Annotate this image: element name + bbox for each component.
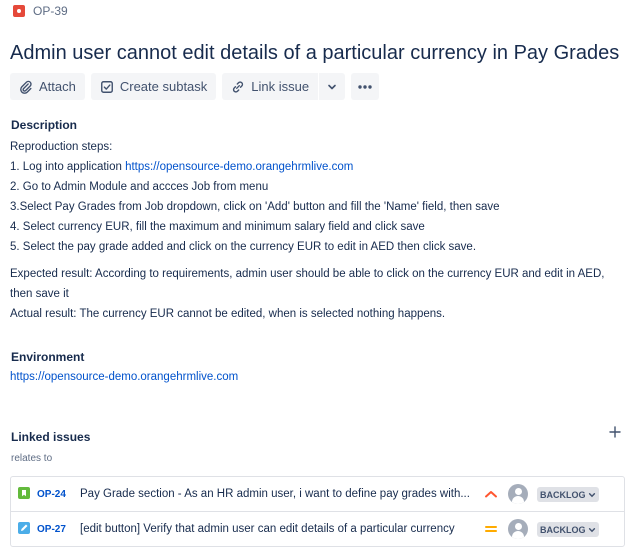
breadcrumb: OP-39 (13, 4, 68, 18)
description-line: Reproduction steps: (10, 141, 113, 153)
linked-issue-key[interactable]: OP-27 (37, 524, 66, 535)
linked-issue-row[interactable]: OP-24 Pay Grade section - As an HR admin… (11, 477, 624, 511)
paperclip-icon (20, 80, 32, 94)
linked-issue-summary[interactable]: [edit button] Verify that admin user can… (80, 523, 475, 535)
bug-icon (13, 5, 25, 17)
priority-medium-icon (485, 526, 497, 532)
expected-result-line: Expected result: According to requiremen… (10, 268, 605, 280)
link-issue-button[interactable]: Link issue (222, 73, 318, 100)
attach-label: Attach (39, 79, 76, 94)
actual-result-line: Actual result: The currency EUR cannot b… (10, 308, 446, 320)
task-icon (18, 522, 30, 534)
issue-key-link[interactable]: OP-39 (33, 4, 68, 18)
linked-issue-summary[interactable]: Pay Grade section - As an HR admin user,… (80, 488, 475, 500)
create-subtask-button[interactable]: Create subtask (90, 73, 217, 100)
application-link[interactable]: https://opensource-demo.orangehrmlive.co… (125, 161, 353, 173)
priority-high-icon (485, 491, 497, 498)
attach-button[interactable]: Attach (10, 73, 85, 100)
environment-heading: Environment (11, 350, 85, 364)
status-badge[interactable]: BACKLOG (537, 487, 599, 502)
add-linked-issue-icon[interactable] (609, 426, 621, 438)
status-label: BACKLOG (540, 524, 586, 535)
description-line: 1. Log into application https://opensour… (10, 157, 620, 177)
description-line: 4. Select currency EUR, fill the maximum… (10, 221, 425, 233)
chevron-down-icon (588, 492, 595, 497)
create-subtask-label: Create subtask (119, 79, 208, 94)
more-icon (358, 84, 372, 89)
linked-issue-row[interactable]: OP-27 [edit button] Verify that admin us… (11, 511, 624, 546)
description-heading: Description (11, 118, 78, 132)
linked-issues-heading: Linked issues (11, 430, 91, 444)
linked-issue-key[interactable]: OP-24 (37, 489, 66, 500)
description-body[interactable]: Reproduction steps: 1. Log into applicat… (10, 137, 620, 324)
description-line: 3.Select Pay Grades from Job dropdown, c… (10, 201, 500, 213)
link-issue-label: Link issue (251, 79, 310, 94)
assignee-avatar[interactable] (508, 484, 528, 504)
description-line: 2. Go to Admin Module and accces Job fro… (10, 181, 269, 193)
issue-title[interactable]: Admin user cannot edit details of a part… (10, 42, 619, 65)
story-icon (18, 487, 30, 499)
assignee-avatar[interactable] (508, 519, 528, 539)
expected-result-line: then save it (10, 288, 69, 300)
link-issue-button-group: Link issue (222, 73, 346, 100)
relation-label: relates to (11, 453, 53, 464)
issue-toolbar: Attach Create subtask Link issue (10, 73, 380, 100)
environment-link[interactable]: https://opensource-demo.orangehrmlive.co… (10, 371, 238, 383)
linked-issues-list: OP-24 Pay Grade section - As an HR admin… (10, 476, 625, 547)
chevron-down-icon (588, 527, 595, 532)
description-line: 5. Select the pay grade added and click … (10, 241, 477, 253)
chevron-down-icon (328, 84, 336, 89)
description-line-text: 1. Log into application (10, 161, 126, 173)
link-icon (233, 81, 244, 92)
more-actions-button[interactable] (351, 73, 380, 100)
status-badge[interactable]: BACKLOG (537, 522, 599, 537)
subtask-icon (100, 80, 113, 93)
link-issue-dropdown-button[interactable] (318, 73, 345, 100)
status-label: BACKLOG (540, 489, 586, 500)
